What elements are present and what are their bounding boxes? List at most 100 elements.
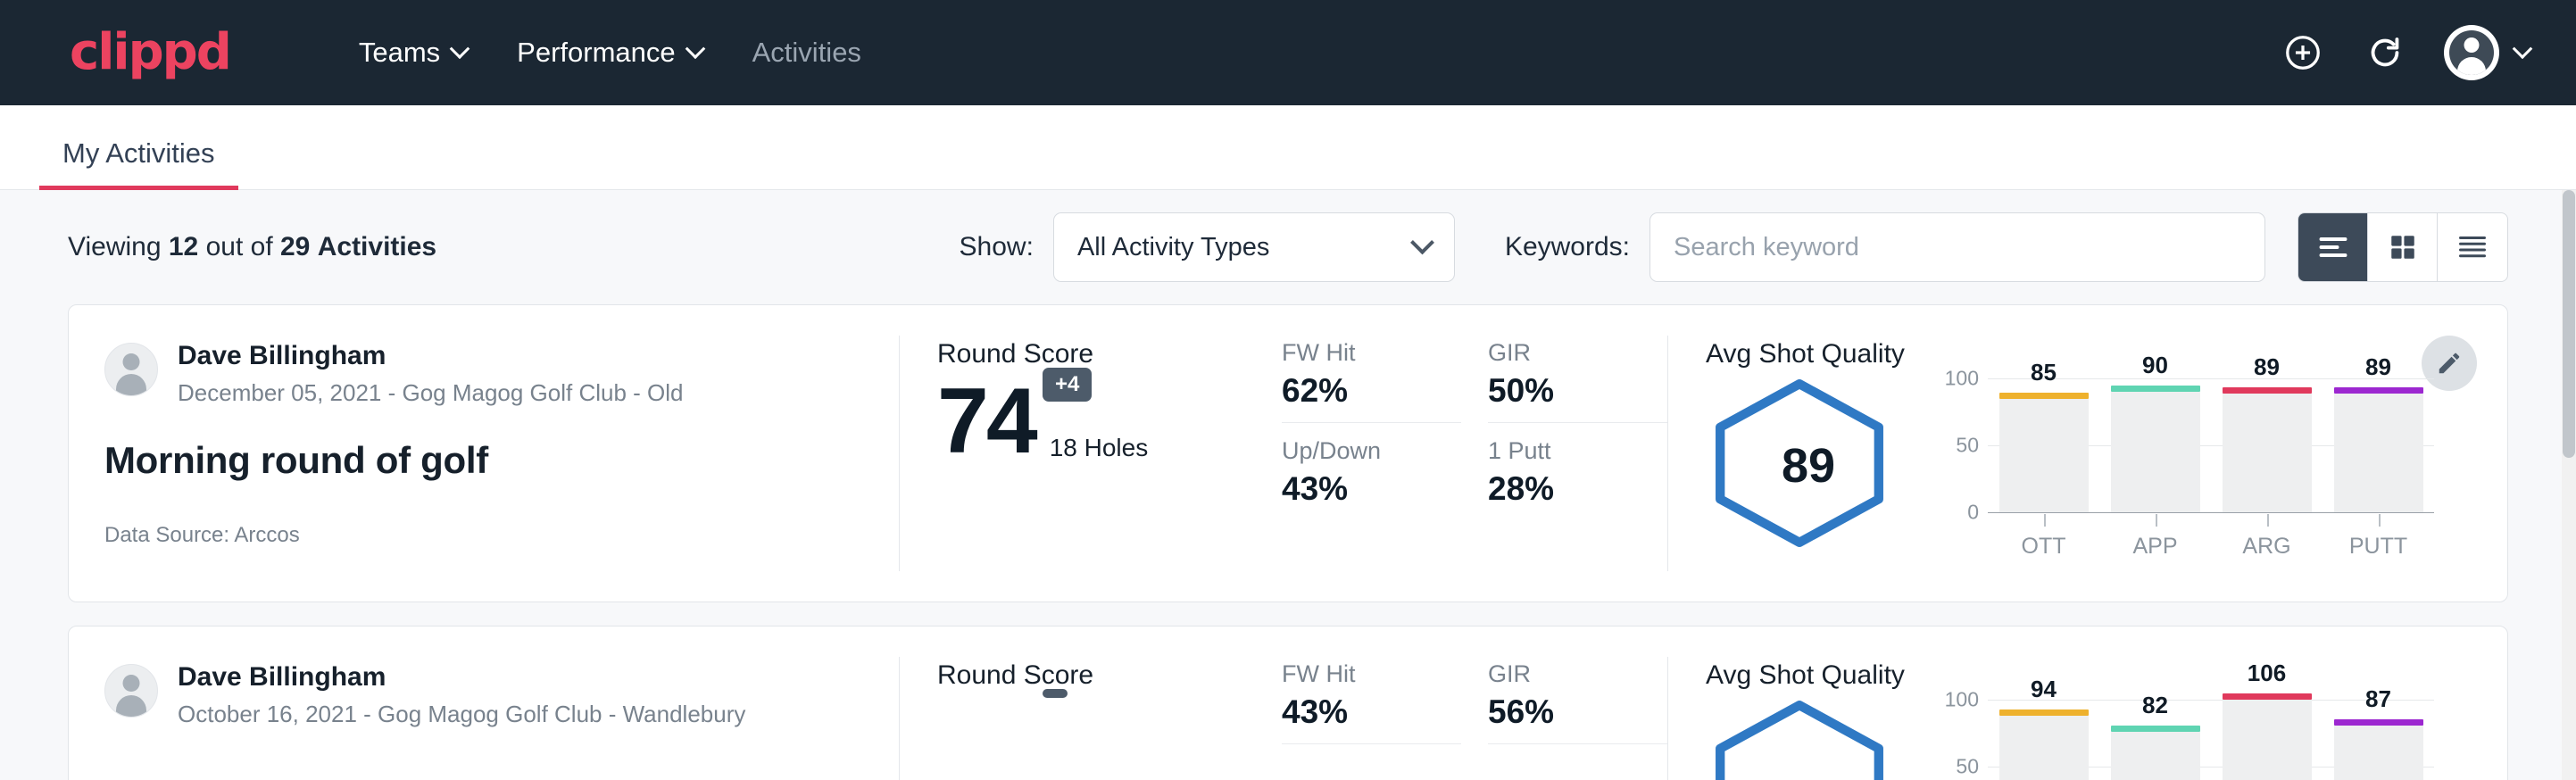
- y-tick-0: 0: [1967, 501, 1979, 525]
- chevron-down-icon: [2513, 38, 2533, 59]
- round-score-section: Round Score: [900, 626, 1257, 780]
- round-stats-section: FW Hit 43% GIR 56%: [1257, 626, 1667, 780]
- bar-arg: [2223, 394, 2312, 513]
- nav-item-performance[interactable]: Performance: [492, 28, 727, 78]
- page-scrollbar[interactable]: [2562, 190, 2576, 780]
- bar-group-arg: 106: [2223, 700, 2312, 780]
- nav-item-teams-label: Teams: [359, 37, 440, 69]
- round-score-value-row: 74 +4 18 Holes: [937, 375, 1257, 468]
- tab-my-activities-label: My Activities: [62, 137, 215, 169]
- stat-gir: GIR 56%: [1488, 660, 1667, 744]
- round-holes-label: 18 Holes: [1050, 434, 1149, 468]
- keywords-label: Keywords:: [1505, 232, 1630, 262]
- bar-value-ott: 94: [1999, 676, 2089, 703]
- show-label: Show:: [960, 232, 1034, 262]
- round-score-label: Round Score: [937, 339, 1257, 369]
- activity-meta: October 16, 2021 - Gog Magog Golf Club -…: [178, 701, 745, 728]
- stat-fw-hit: FW Hit 62%: [1282, 339, 1461, 423]
- clippd-logo[interactable]: clippd: [70, 28, 230, 78]
- activity-summary: Dave Billingham October 16, 2021 - Gog M…: [69, 626, 899, 780]
- avg-shot-quality-section: Avg Shot Quality 100 50 0: [1668, 626, 2507, 780]
- avatar[interactable]: [2444, 25, 2499, 80]
- y-tick-100: 100: [1945, 688, 1979, 712]
- bar-putt: [2334, 726, 2423, 780]
- activity-meta: December 05, 2021 - Gog Magog Golf Club …: [178, 379, 684, 407]
- nav-item-teams[interactable]: Teams: [334, 28, 492, 78]
- bar-value-app: 90: [2111, 352, 2200, 379]
- avatar-person-icon: [2449, 30, 2494, 75]
- bar-app: [2111, 392, 2200, 512]
- viewing-middle: out of: [206, 232, 273, 261]
- list-view-button[interactable]: [2298, 213, 2368, 281]
- x-tick-app: APP: [2111, 534, 2200, 560]
- shot-quality-hexagon: 89: [1706, 378, 1911, 552]
- y-tick-50: 50: [1956, 755, 1979, 779]
- top-navbar: clippd Teams Performance Activities: [0, 0, 2576, 105]
- stat-one-putt-label: 1 Putt: [1488, 437, 1649, 465]
- bar-group-app: 82: [2111, 700, 2200, 780]
- account-menu[interactable]: [2444, 25, 2530, 80]
- view-mode-toggle: [2298, 212, 2508, 282]
- compact-view-button[interactable]: [2438, 213, 2507, 281]
- stat-fw-hit-label: FW Hit: [1282, 660, 1443, 688]
- chart-y-axis: 100 50 0: [1934, 700, 1988, 780]
- score-to-par-badge: [1043, 689, 1068, 698]
- stat-fw-hit: FW Hit 43%: [1282, 660, 1461, 744]
- chart-bars: 85 90: [1988, 378, 2434, 512]
- stat-fw-hit-value: 62%: [1282, 372, 1443, 410]
- chart-y-axis: 100 50 0: [1934, 378, 1988, 512]
- viewing-summary: Viewing 12 out of 29 Activities: [68, 232, 436, 262]
- stat-one-putt: 1 Putt 28%: [1488, 437, 1667, 508]
- nav-item-activities[interactable]: Activities: [727, 28, 886, 78]
- bar-group-putt: 89: [2334, 378, 2423, 512]
- activity-type-select[interactable]: All Activity Types: [1053, 212, 1455, 282]
- bar-value-arg: 106: [2223, 660, 2312, 687]
- add-button[interactable]: [2280, 29, 2326, 76]
- bar-group-ott: 85: [1999, 378, 2089, 512]
- round-score-section: Round Score 74 +4 18 Holes: [900, 305, 1257, 602]
- bar-putt: [2334, 394, 2423, 513]
- round-score-value: 74: [937, 375, 1035, 468]
- stat-gir-label: GIR: [1488, 660, 1649, 688]
- bar-cap-arg: [2223, 693, 2312, 700]
- avg-shot-quality-section: Avg Shot Quality 89 100 50 0: [1668, 305, 2507, 602]
- activity-summary: Dave Billingham December 05, 2021 - Gog …: [69, 305, 899, 602]
- grid-view-button[interactable]: [2368, 213, 2438, 281]
- filter-controls: Show: All Activity Types Keywords:: [960, 212, 2508, 282]
- bar-cap-arg: [2223, 387, 2312, 394]
- score-to-par-badge: +4: [1043, 368, 1092, 402]
- avatar: [104, 664, 158, 718]
- x-tick-arg: ARG: [2223, 534, 2312, 560]
- stat-one-putt-value: 28%: [1488, 470, 1649, 508]
- stat-gir-value: 50%: [1488, 372, 1649, 410]
- axis-baseline: [1988, 512, 2434, 513]
- bar-value-arg: 89: [2223, 353, 2312, 381]
- bar-cap-ott: [1999, 709, 2089, 716]
- bar-value-putt: 87: [2334, 685, 2423, 713]
- filter-bar: Viewing 12 out of 29 Activities Show: Al…: [48, 190, 2528, 304]
- bar-group-arg: 89: [2223, 378, 2312, 512]
- activity-data-source: Data Source: Arccos: [104, 523, 899, 548]
- bar-group-putt: 87: [2334, 700, 2423, 780]
- shot-quality-bar-chart: 100 50 0 94: [1934, 700, 2434, 780]
- stat-gir-value: 56%: [1488, 693, 1649, 731]
- bar-cap-ott: [1999, 393, 2089, 399]
- activities-content: Viewing 12 out of 29 Activities Show: Al…: [0, 190, 2576, 780]
- stat-up-down: Up/Down 43%: [1282, 437, 1461, 508]
- stat-gir: GIR 50%: [1488, 339, 1667, 423]
- x-tick-putt: PUTT: [2334, 534, 2423, 560]
- bar-cap-putt: [2334, 387, 2423, 394]
- activity-type-select-value: All Activity Types: [1077, 233, 1269, 262]
- chart-plot-area: 94 82: [1988, 700, 2434, 780]
- chart-bars: 94 82: [1988, 700, 2434, 780]
- bar-cap-app: [2111, 726, 2200, 732]
- activity-card[interactable]: Dave Billingham December 05, 2021 - Gog …: [68, 304, 2508, 602]
- chart-x-axis: OTT APP ARG PUTT: [1988, 534, 2434, 560]
- viewing-suffix: Activities: [318, 232, 436, 261]
- refresh-button[interactable]: [2362, 29, 2408, 76]
- scrollbar-thumb[interactable]: [2563, 190, 2575, 458]
- y-tick-50: 50: [1956, 434, 1979, 458]
- tab-my-activities[interactable]: My Activities: [39, 137, 238, 189]
- search-input[interactable]: [1649, 212, 2265, 282]
- activity-card[interactable]: Dave Billingham October 16, 2021 - Gog M…: [68, 626, 2508, 780]
